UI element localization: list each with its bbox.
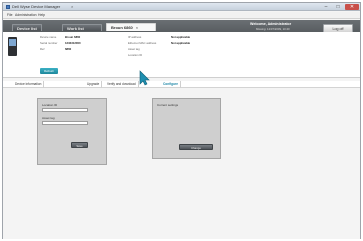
location-panel: Location ID Asset tag Save [37, 98, 107, 165]
current-settings-panel: Current settings Change [152, 98, 221, 159]
location-id-input[interactable] [42, 108, 88, 112]
location-id-field-label: Location ID [42, 103, 58, 107]
subtab-bar: Device information Upgrade Verify and do… [3, 81, 360, 88]
ref-value: 6860 [65, 47, 72, 51]
app-window: Dell Wyse Device Manager × – □ ✕ File Ad… [2, 2, 361, 239]
title-close-icon[interactable]: × [71, 4, 73, 10]
tab-configure[interactable]: Configure [163, 81, 182, 88]
asset-tag-label: Asset tag [128, 47, 140, 51]
menu-administration[interactable]: Administration [15, 13, 36, 18]
device-name-label: Device name [40, 35, 57, 39]
ethernet-mac-value: Not applicable [171, 41, 191, 45]
device-name-value: Broun 6860 [65, 35, 81, 39]
save-button[interactable]: Save [71, 142, 88, 148]
change-button[interactable]: Change [179, 144, 213, 150]
maximize-button[interactable]: □ [333, 4, 343, 10]
tab-device-label: Broun 6860 [111, 25, 133, 30]
asset-tag-input[interactable] [42, 121, 88, 125]
ethernet-mac-label: Ethernet MAC address [128, 41, 157, 45]
refresh-button[interactable]: Refresh [40, 68, 58, 74]
tab-device-list[interactable]: Device list [12, 24, 42, 31]
tab-close-icon[interactable]: × [136, 25, 138, 30]
tab-device[interactable]: Broun 6860 × [106, 23, 156, 31]
location-id-label: Location ID [128, 53, 143, 57]
tab-verify-and-download[interactable]: Verify and download [107, 81, 139, 88]
menu-bar: File Administration Help [3, 12, 360, 19]
ip-address-label: IP address [128, 35, 142, 39]
session-info: Missing: 12/07/2009, 10:40 [256, 27, 290, 31]
device-screen-icon [9, 39, 16, 46]
ref-label: Ref [40, 47, 45, 51]
close-button[interactable]: ✕ [345, 4, 359, 10]
serial-number-label: Serial number [40, 41, 58, 45]
main-content: Location ID Asset tag Save Current setti… [3, 89, 360, 239]
tab-work-list[interactable]: Work list [62, 24, 102, 31]
menu-file[interactable]: File [7, 13, 12, 18]
menu-help[interactable]: Help [38, 13, 45, 18]
welcome-text: Welcome, Administrator [250, 22, 292, 26]
asset-tag-field-label: Asset tag [42, 116, 55, 120]
serial-number-value: 1232312000 [65, 41, 81, 45]
app-icon [6, 5, 10, 9]
tab-device-information[interactable]: Device information [15, 81, 45, 88]
device-summary: Device name Broun 6860 Serial number 123… [3, 32, 360, 78]
window-title: Dell Wyse Device Manager [12, 4, 61, 9]
minimize-button[interactable]: – [321, 4, 331, 10]
ip-address-value: Not applicable [171, 35, 191, 39]
mouse-pointer-icon [139, 70, 150, 86]
title-bar: Dell Wyse Device Manager × – □ ✕ [3, 3, 360, 11]
tab-upgrade[interactable]: Upgrade [87, 81, 103, 88]
current-settings-title: Current settings [157, 103, 179, 107]
